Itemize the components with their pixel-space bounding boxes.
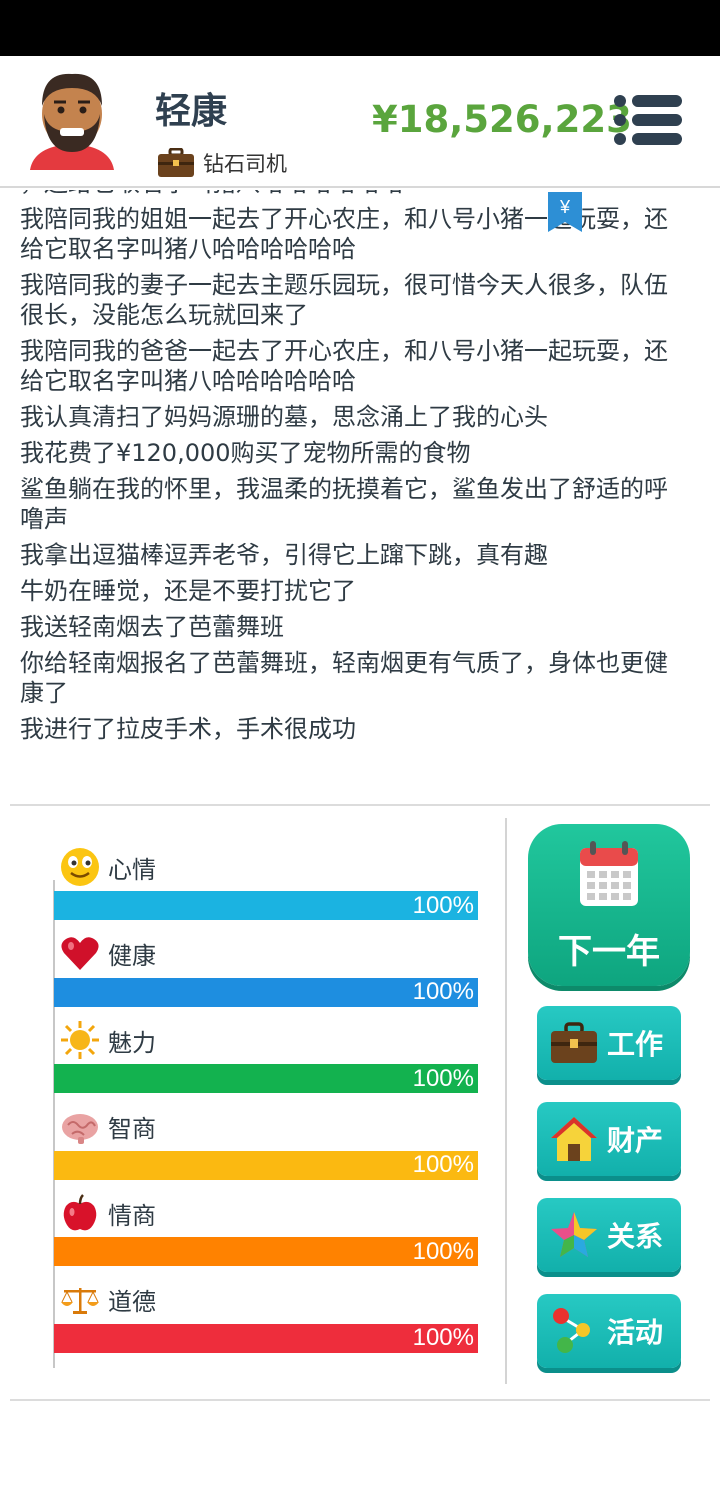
avatar[interactable] xyxy=(24,66,120,178)
money-balance: ¥18,526,223 xyxy=(372,98,632,141)
divider xyxy=(10,1399,710,1401)
stat-label: 智商 xyxy=(108,1115,156,1144)
player-header: 轻康 钻石司机 ¥18,526,223 xyxy=(0,56,720,188)
job-title: 钻石司机 xyxy=(203,152,287,176)
health-bar: 100% xyxy=(54,977,478,1007)
stat-value: 100% xyxy=(412,891,474,919)
health-bar-fill: 100% xyxy=(54,977,478,1007)
log-entry: 你给轻南烟报名了芭蕾舞班，轻南烟更有气质了，身体也更健康了 xyxy=(20,649,668,707)
stat-value: 100% xyxy=(412,1237,474,1265)
status-bar xyxy=(0,0,720,56)
mood-bar: 100% xyxy=(54,891,478,920)
divider xyxy=(505,818,507,1384)
activities-icon xyxy=(553,1308,590,1353)
job-row: 钻石司机 xyxy=(157,146,287,180)
log-entry: 我花费了¥120,000购买了宠物所需的食物 xyxy=(20,439,471,467)
eq-bar: 100% xyxy=(54,1237,478,1267)
relations-button[interactable]: 关系 xyxy=(537,1198,681,1272)
log-entry: 鲨鱼躺在我的怀里，我温柔的抚摸着它，鲨鱼发出了舒适的呼噜声 xyxy=(20,475,668,533)
log-entry: 我送轻南烟去了芭蕾舞班 xyxy=(20,613,284,641)
stat-value: 100% xyxy=(412,1151,474,1179)
log-entry: 我陪同我的妻子一起去主题乐园玩，很可惜今天人很多，队伍很长，没能怎么玩就回来了 xyxy=(20,271,668,329)
stat-label: 情商 xyxy=(108,1201,156,1230)
morality-bar: 100% xyxy=(54,1323,478,1353)
morality-bar-fill: 100% xyxy=(54,1323,478,1353)
stat-label: 魅力 xyxy=(108,1028,156,1057)
scales-icon xyxy=(60,1280,100,1320)
divider xyxy=(10,804,710,806)
mood-bar-fill: 100% xyxy=(54,891,478,920)
stat-health: 健康 100% xyxy=(54,932,478,1019)
heart-icon xyxy=(60,934,100,974)
property-label: 财产 xyxy=(607,1124,664,1157)
sun-icon xyxy=(60,1020,100,1060)
iq-bar-fill: 100% xyxy=(54,1150,478,1180)
charm-bar-fill: 100% xyxy=(54,1064,478,1094)
log-entry: 牛奶在睡觉，还是不要打扰它了 xyxy=(20,577,356,605)
briefcase-icon xyxy=(158,148,194,177)
stat-iq: 智商 100% xyxy=(54,1105,478,1192)
stat-charm: 魅力 100% xyxy=(54,1018,478,1105)
menu-icon[interactable] xyxy=(612,94,684,146)
iq-bar: 100% xyxy=(54,1150,478,1180)
activities-label: 活动 xyxy=(607,1316,664,1349)
calendar-icon xyxy=(580,841,638,906)
stat-mood: 心情 100% xyxy=(54,845,478,932)
eq-bar-fill: 100% xyxy=(54,1237,478,1267)
stat-label: 心情 xyxy=(108,855,156,884)
next-year-button[interactable]: 下一年 xyxy=(528,824,690,986)
relations-label: 关系 xyxy=(607,1220,664,1253)
log-entry: 我认真清扫了妈妈源珊的墓，思念涌上了我的心头 xyxy=(20,403,548,431)
stat-morality: 道德 100% xyxy=(54,1278,478,1365)
property-button[interactable]: 财产 xyxy=(537,1102,681,1176)
activities-button[interactable]: 活动 xyxy=(537,1294,681,1368)
stat-eq: 情商 100% xyxy=(54,1191,478,1278)
log-entry: 我进行了拉皮手术，手术很成功 xyxy=(20,715,356,743)
stat-value: 100% xyxy=(412,1324,474,1352)
log-entry: 我陪同我的姐姐一起去了开心农庄，和八号小猪一起玩耍，还给它取名字叫猪八哈哈哈哈哈… xyxy=(20,205,668,263)
stat-label: 健康 xyxy=(108,942,156,971)
player-name: 轻康 xyxy=(155,91,228,132)
house-icon xyxy=(551,1117,597,1161)
event-log[interactable]: ，还给它取名字叫猪八哈哈哈哈哈哈 我陪同我的姐姐一起去了开心农庄，和八号小猪一起… xyxy=(0,190,720,802)
log-entry: ，还给它取名字叫猪八哈哈哈哈哈哈 xyxy=(20,190,690,198)
event-log-list: ，还给它取名字叫猪八哈哈哈哈哈哈 我陪同我的姐姐一起去了开心农庄，和八号小猪一起… xyxy=(20,190,690,750)
log-entry: 我拿出逗猫棒逗弄老爷，引得它上蹿下跳，真有趣 xyxy=(20,541,548,569)
yen-tag-label: ¥ xyxy=(559,197,571,217)
work-button[interactable]: 工作 xyxy=(537,1006,681,1080)
log-entry: 我陪同我的爸爸一起去了开心农庄，和八号小猪一起玩耍，还给它取名字叫猪八哈哈哈哈哈… xyxy=(20,337,668,395)
yen-tag-icon[interactable]: ¥ xyxy=(548,192,582,232)
apple-icon xyxy=(60,1193,100,1233)
charm-bar: 100% xyxy=(54,1064,478,1094)
stat-value: 100% xyxy=(412,1064,474,1092)
brain-icon xyxy=(60,1107,100,1147)
work-label: 工作 xyxy=(607,1028,664,1061)
smiley-icon xyxy=(60,847,100,887)
star-icon xyxy=(551,1212,597,1257)
briefcase-icon xyxy=(551,1022,597,1063)
stat-value: 100% xyxy=(412,978,474,1006)
stats-panel: 心情 100% 健康 100% 魅力 100% 智商 100% 情商 100% … xyxy=(54,845,478,1365)
next-year-label: 下一年 xyxy=(558,932,660,972)
stat-label: 道德 xyxy=(108,1288,156,1317)
